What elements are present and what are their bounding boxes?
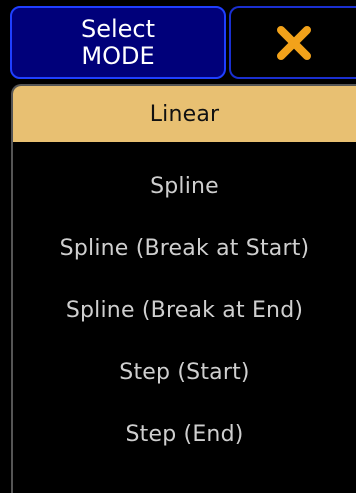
title-line-2: MODE [81,41,155,70]
option-label: Spline [150,173,219,199]
close-x-icon [276,25,311,60]
option-spline-break-at-start[interactable]: Spline (Break at Start) [13,220,356,276]
option-label: Spline (Break at Start) [59,235,310,261]
option-step-end[interactable]: Step (End) [13,406,356,462]
option-linear[interactable]: Linear [13,86,356,142]
option-label: Spline (Break at End) [65,297,304,323]
option-label: Step (End) [125,421,244,447]
close-button[interactable] [229,6,356,79]
select-mode-title: Select MODE [10,6,226,79]
option-spline[interactable]: Spline [13,158,356,214]
title-line-1: Select [80,14,156,43]
mode-options-list: Linear Spline Spline (Break at Start) Sp… [11,84,356,493]
option-spline-break-at-end[interactable]: Spline (Break at End) [13,282,356,338]
option-label: Linear [149,101,220,127]
option-step-start[interactable]: Step (Start) [13,344,356,400]
option-label: Step (Start) [119,359,250,385]
